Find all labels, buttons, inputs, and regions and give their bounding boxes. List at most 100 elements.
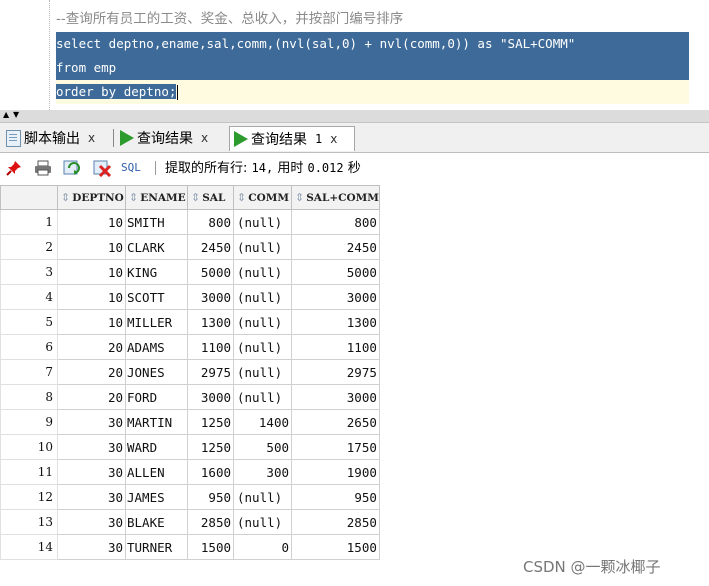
cell-sal[interactable]: 950: [187, 484, 234, 510]
cell-deptno[interactable]: 30: [57, 509, 126, 535]
cell-ename[interactable]: ALLEN: [125, 459, 188, 485]
cell-comm[interactable]: (null): [233, 284, 292, 310]
column-header-comm[interactable]: ⇕ COMM: [233, 185, 292, 210]
table-row[interactable]: 2 10 CLARK 2450 (null) 2450: [0, 234, 380, 260]
cell-comm[interactable]: (null): [233, 359, 292, 385]
tab-close-icon[interactable]: x: [88, 131, 95, 145]
cell-sal-comm[interactable]: 1500: [291, 534, 380, 560]
table-row[interactable]: 4 10 SCOTT 3000 (null) 3000: [0, 284, 380, 310]
sql-editor[interactable]: --查询所有员工的工资、奖金、总收入，并按部门编号排序 select deptn…: [0, 0, 709, 110]
cell-comm[interactable]: (null): [233, 334, 292, 360]
cell-ename[interactable]: MARTIN: [125, 409, 188, 435]
cell-deptno[interactable]: 10: [57, 309, 126, 335]
cell-deptno[interactable]: 10: [57, 259, 126, 285]
row-number[interactable]: 1: [0, 209, 58, 235]
table-row[interactable]: 3 10 KING 5000 (null) 5000: [0, 259, 380, 285]
column-header-sal-comm[interactable]: ⇕ SAL+COMM: [291, 185, 380, 210]
cell-ename[interactable]: CLARK: [125, 234, 188, 260]
refresh-icon[interactable]: [62, 158, 84, 178]
cell-sal-comm[interactable]: 5000: [291, 259, 380, 285]
cell-sal[interactable]: 1250: [187, 434, 234, 460]
tab-query-result[interactable]: 查询结果 x: [116, 126, 228, 150]
cell-sal-comm[interactable]: 2450: [291, 234, 380, 260]
cell-ename[interactable]: BLAKE: [125, 509, 188, 535]
row-number[interactable]: 3: [0, 259, 58, 285]
pin-icon[interactable]: [5, 158, 23, 178]
cell-sal[interactable]: 1250: [187, 409, 234, 435]
cell-sal-comm[interactable]: 1750: [291, 434, 380, 460]
table-row[interactable]: 5 10 MILLER 1300 (null) 1300: [0, 309, 380, 335]
table-row[interactable]: 12 30 JAMES 950 (null) 950: [0, 484, 380, 510]
row-number[interactable]: 11: [0, 459, 58, 485]
splitter-down-arrow-icon[interactable]: ▼: [13, 110, 19, 120]
row-number[interactable]: 6: [0, 334, 58, 360]
cell-deptno[interactable]: 30: [57, 459, 126, 485]
row-number[interactable]: 12: [0, 484, 58, 510]
cell-ename[interactable]: ADAMS: [125, 334, 188, 360]
cell-comm[interactable]: (null): [233, 484, 292, 510]
cell-sal[interactable]: 3000: [187, 384, 234, 410]
cell-sal-comm[interactable]: 1100: [291, 334, 380, 360]
cell-comm[interactable]: 300: [233, 459, 292, 485]
table-row[interactable]: 7 20 JONES 2975 (null) 2975: [0, 359, 380, 385]
table-row[interactable]: 1 10 SMITH 800 (null) 800: [0, 209, 380, 235]
cell-comm[interactable]: (null): [233, 259, 292, 285]
row-number[interactable]: 2: [0, 234, 58, 260]
cell-comm[interactable]: 0: [233, 534, 292, 560]
cell-sal[interactable]: 2450: [187, 234, 234, 260]
cell-comm[interactable]: (null): [233, 209, 292, 235]
cell-comm[interactable]: (null): [233, 309, 292, 335]
cell-ename[interactable]: SCOTT: [125, 284, 188, 310]
cell-deptno[interactable]: 10: [57, 209, 126, 235]
table-row[interactable]: 11 30 ALLEN 1600 300 1900: [0, 459, 380, 485]
table-row[interactable]: 10 30 WARD 1250 500 1750: [0, 434, 380, 460]
cell-sal[interactable]: 1500: [187, 534, 234, 560]
cell-comm[interactable]: 1400: [233, 409, 292, 435]
cell-sal[interactable]: 5000: [187, 259, 234, 285]
row-number[interactable]: 8: [0, 384, 58, 410]
cell-sal-comm[interactable]: 800: [291, 209, 380, 235]
print-icon[interactable]: [33, 158, 53, 178]
cell-ename[interactable]: JONES: [125, 359, 188, 385]
table-row[interactable]: 13 30 BLAKE 2850 (null) 2850: [0, 509, 380, 535]
cell-sal[interactable]: 1300: [187, 309, 234, 335]
cell-ename[interactable]: JAMES: [125, 484, 188, 510]
cell-deptno[interactable]: 20: [57, 334, 126, 360]
cell-sal[interactable]: 2975: [187, 359, 234, 385]
sql-label[interactable]: SQL: [121, 159, 141, 177]
cell-deptno[interactable]: 30: [57, 484, 126, 510]
row-number[interactable]: 10: [0, 434, 58, 460]
cell-ename[interactable]: TURNER: [125, 534, 188, 560]
cell-deptno[interactable]: 30: [57, 534, 126, 560]
pane-splitter[interactable]: ▲ ▼: [0, 110, 709, 123]
cell-deptno[interactable]: 10: [57, 284, 126, 310]
cell-comm[interactable]: (null): [233, 384, 292, 410]
cell-sal-comm[interactable]: 2650: [291, 409, 380, 435]
cell-sal-comm[interactable]: 3000: [291, 284, 380, 310]
cell-deptno[interactable]: 30: [57, 434, 126, 460]
cell-sal-comm[interactable]: 950: [291, 484, 380, 510]
cell-comm[interactable]: 500: [233, 434, 292, 460]
row-number[interactable]: 5: [0, 309, 58, 335]
tab-script-output[interactable]: 脚本输出 x: [2, 126, 110, 150]
cell-sal-comm[interactable]: 3000: [291, 384, 380, 410]
cell-ename[interactable]: MILLER: [125, 309, 188, 335]
cell-ename[interactable]: SMITH: [125, 209, 188, 235]
cell-sal[interactable]: 3000: [187, 284, 234, 310]
column-header-ename[interactable]: ⇕ ENAME: [125, 185, 188, 210]
tab-query-result-1[interactable]: 查询结果 1 x: [229, 126, 355, 151]
cell-deptno[interactable]: 20: [57, 384, 126, 410]
row-number[interactable]: 7: [0, 359, 58, 385]
cell-sal-comm[interactable]: 1900: [291, 459, 380, 485]
table-row[interactable]: 14 30 TURNER 1500 0 1500: [0, 534, 380, 560]
row-number[interactable]: 4: [0, 284, 58, 310]
tab-close-icon[interactable]: x: [201, 131, 208, 145]
cell-sal-comm[interactable]: 1300: [291, 309, 380, 335]
cell-sal-comm[interactable]: 2975: [291, 359, 380, 385]
row-number[interactable]: 9: [0, 409, 58, 435]
cell-comm[interactable]: (null): [233, 509, 292, 535]
cell-sal[interactable]: 800: [187, 209, 234, 235]
cell-deptno[interactable]: 30: [57, 409, 126, 435]
cell-sal-comm[interactable]: 2850: [291, 509, 380, 535]
cell-ename[interactable]: WARD: [125, 434, 188, 460]
